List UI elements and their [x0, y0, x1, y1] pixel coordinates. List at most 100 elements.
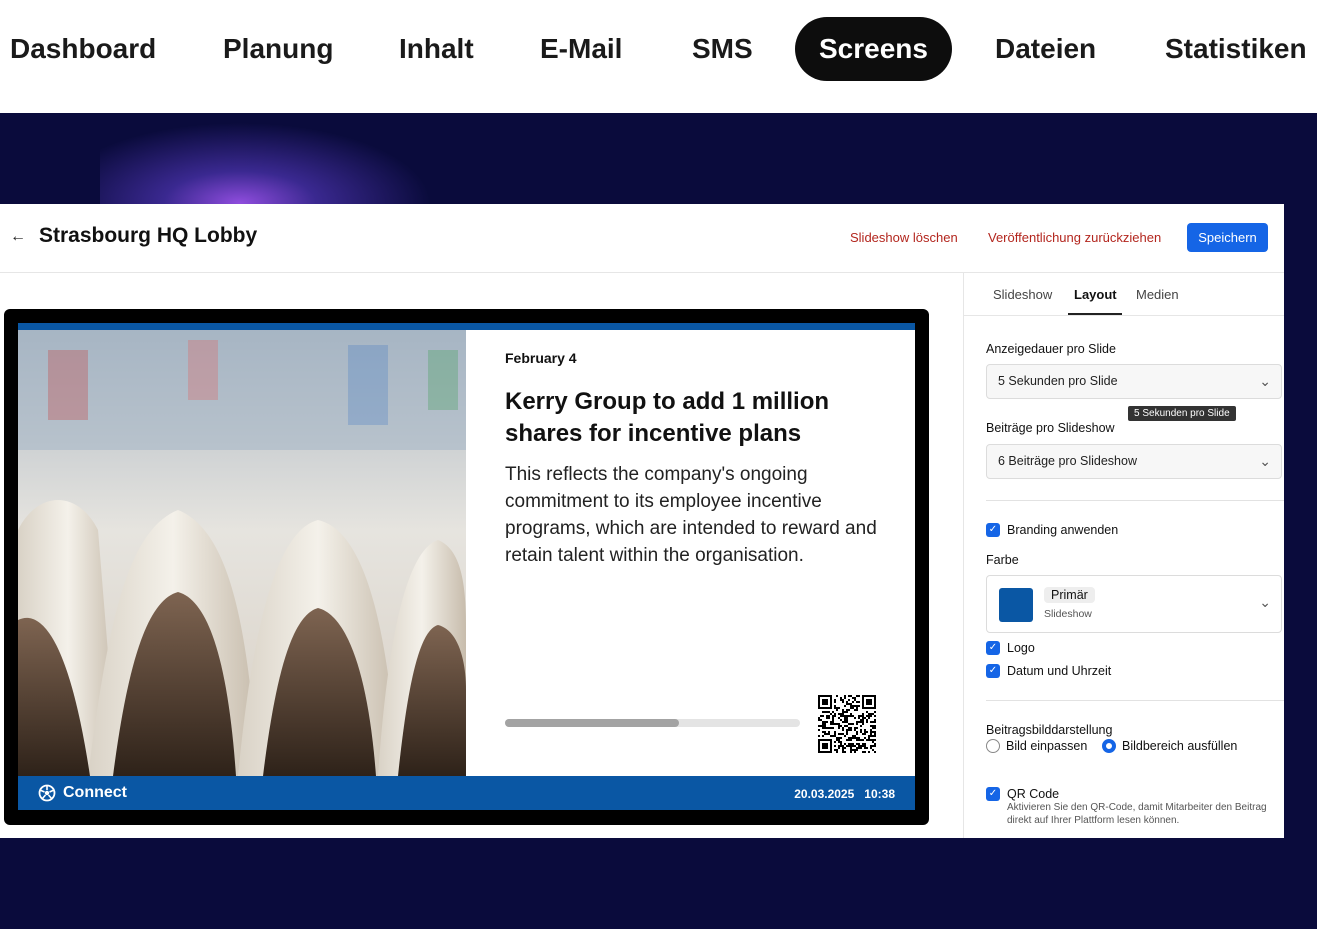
nav-item-sms[interactable]: SMS: [692, 17, 753, 81]
branding-checkbox[interactable]: ✓ Branding anwenden: [986, 523, 1118, 537]
chevron-down-icon: ⌄: [1259, 594, 1271, 610]
qr-module: [868, 717, 870, 719]
qr-module: [852, 705, 854, 707]
arrow-left-icon[interactable]: ←: [10, 228, 26, 246]
qr-module: [832, 717, 834, 719]
qr-module: [846, 721, 848, 723]
article-image: [18, 330, 466, 776]
qr-module: [842, 727, 844, 729]
qr-module: [828, 717, 830, 719]
qr-module: [874, 743, 876, 745]
qr-module: [836, 695, 838, 697]
qr-module: [850, 703, 852, 705]
qr-module: [832, 719, 834, 721]
qr-module: [834, 715, 836, 717]
posts-select[interactable]: 6 Beiträge pro Slideshow ⌄: [986, 444, 1282, 479]
qr-module: [842, 699, 844, 701]
color-select[interactable]: Primär Slideshow ⌄: [986, 575, 1282, 633]
qr-module: [842, 733, 844, 735]
qr-checkbox[interactable]: ✓ QR Code: [986, 787, 1059, 801]
qr-module: [868, 713, 870, 715]
checkmark-icon: ✓: [986, 787, 1000, 801]
qr-module: [864, 731, 866, 733]
nav-item-inhalt[interactable]: Inhalt: [399, 17, 474, 81]
qr-module: [838, 723, 840, 725]
qr-module: [844, 715, 846, 717]
qr-module: [834, 735, 836, 737]
qr-module: [818, 717, 820, 719]
qr-module: [870, 721, 872, 723]
fill-radio[interactable]: Bildbereich ausfüllen: [1102, 739, 1237, 753]
qr-module: [820, 725, 822, 727]
qr-module: [848, 743, 850, 745]
branding-label: Branding anwenden: [1007, 523, 1119, 537]
qr-module: [840, 713, 842, 715]
nav-item-screens[interactable]: Screens: [795, 17, 952, 81]
qr-module: [838, 717, 840, 719]
color-chip: Primär: [1044, 587, 1095, 603]
qr-module: [858, 743, 860, 745]
qr-module: [874, 719, 876, 721]
qr-module: [872, 739, 874, 741]
qr-module: [862, 733, 864, 735]
duration-value: 5 Sekunden pro Slide: [998, 374, 1118, 388]
posts-value: 6 Beiträge pro Slideshow: [998, 454, 1137, 468]
qr-module: [850, 737, 852, 739]
tab-layout[interactable]: Layout: [1074, 287, 1117, 302]
qr-module: [822, 725, 824, 727]
qr-module: [826, 727, 828, 729]
qr-module: [854, 705, 856, 707]
qr-module: [844, 721, 846, 723]
qr-module: [870, 713, 872, 715]
fit-radio[interactable]: Bild einpassen: [986, 739, 1087, 753]
nav-item-dateien[interactable]: Dateien: [995, 17, 1096, 81]
qr-module: [850, 695, 852, 697]
nav-item-statistiken[interactable]: Statistiken: [1165, 17, 1307, 81]
slide-preview: February 4 Kerry Group to add 1 million …: [4, 309, 929, 825]
duration-select[interactable]: 5 Sekunden pro Slide ⌄: [986, 364, 1282, 399]
tab-slideshow[interactable]: Slideshow: [993, 287, 1052, 302]
qr-module: [864, 737, 866, 739]
qr-module: [846, 725, 848, 727]
qr-module: [830, 721, 832, 723]
qr-module: [866, 731, 868, 733]
qr-module: [872, 731, 874, 733]
qr-module: [846, 711, 848, 713]
qr-module: [858, 717, 860, 719]
qr-module: [874, 727, 876, 729]
qr-module: [870, 735, 872, 737]
qr-module: [852, 715, 854, 717]
save-button[interactable]: Speichern: [1187, 223, 1268, 252]
qr-module: [844, 719, 846, 721]
nav-item-email[interactable]: E-Mail: [540, 17, 622, 81]
qr-module: [866, 747, 868, 749]
logo-checkbox[interactable]: ✓ Logo: [986, 641, 1035, 655]
qr-module: [874, 725, 876, 727]
qr-module: [866, 719, 868, 721]
unpublish-button[interactable]: Veröffentlichung zurückziehen: [988, 230, 1161, 245]
qr-module: [852, 697, 854, 699]
qr-module: [820, 719, 822, 721]
section-divider: [986, 500, 1284, 501]
qr-module: [852, 745, 854, 747]
connect-logo: Connect: [38, 784, 127, 802]
datetime-checkbox[interactable]: ✓ Datum und Uhrzeit: [986, 664, 1111, 678]
qr-module: [848, 727, 850, 729]
qr-module: [840, 725, 842, 727]
qr-module: [862, 713, 864, 715]
qr-module: [866, 715, 868, 717]
qr-module: [860, 731, 862, 733]
qr-module: [856, 749, 858, 751]
tab-medien[interactable]: Medien: [1136, 287, 1179, 302]
qr-module: [850, 705, 852, 707]
nav-item-planung[interactable]: Planung: [223, 17, 333, 81]
qr-module: [872, 721, 874, 723]
qr-module: [842, 721, 844, 723]
qr-module: [858, 747, 860, 749]
qr-module: [864, 733, 866, 735]
qr-module: [874, 751, 876, 753]
qr-module: [854, 699, 856, 701]
nav-item-dashboard[interactable]: Dashboard: [10, 17, 156, 81]
delete-slideshow-button[interactable]: Slideshow löschen: [850, 230, 958, 245]
qr-module: [858, 739, 860, 741]
